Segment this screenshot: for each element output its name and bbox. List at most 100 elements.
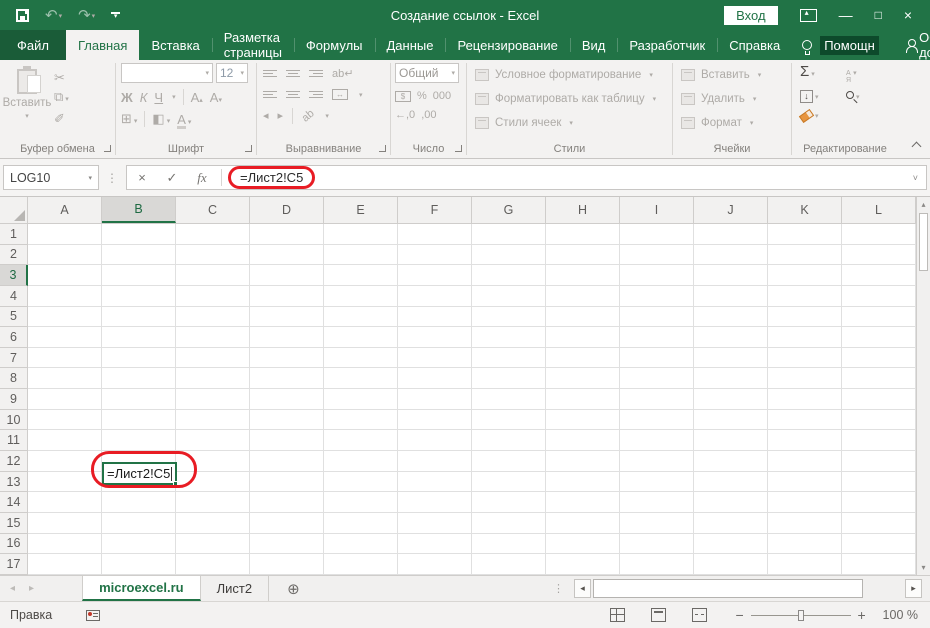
cell-I14[interactable]	[620, 492, 694, 512]
cell-B8[interactable]	[102, 368, 176, 388]
row-header-10[interactable]: 10	[0, 410, 28, 431]
sort-filter-button[interactable]: АЯ▾	[846, 63, 886, 84]
cell-C6[interactable]	[176, 327, 250, 347]
formula-field[interactable]: × ✓ fx =Лист2!C5 ˅	[126, 165, 927, 190]
cell-B1[interactable]	[102, 224, 176, 244]
scroll-left-icon[interactable]: ◂	[574, 579, 591, 598]
row-header-13[interactable]: 13	[0, 472, 28, 493]
cell-I2[interactable]	[620, 245, 694, 265]
cancel-entry-button[interactable]: ×	[127, 170, 157, 185]
decrease-decimal-button[interactable]: ,00	[421, 109, 436, 121]
cell-H5[interactable]	[546, 307, 620, 327]
tab-Вид[interactable]: Вид	[570, 30, 618, 60]
align-center-button[interactable]	[286, 91, 300, 98]
cell-E12[interactable]	[324, 451, 398, 471]
cell-F14[interactable]	[398, 492, 472, 512]
paste-dropdown-icon[interactable]: ▾	[25, 112, 29, 120]
cell-F16[interactable]	[398, 534, 472, 554]
cell-D5[interactable]	[250, 307, 324, 327]
fill-color-button[interactable]: ◧▾	[152, 111, 170, 127]
cell-E2[interactable]	[324, 245, 398, 265]
column-header-I[interactable]: I	[620, 197, 694, 223]
row-header-15[interactable]: 15	[0, 513, 28, 534]
column-header-H[interactable]: H	[546, 197, 620, 223]
zoom-out-button[interactable]: −	[733, 607, 747, 623]
cell-C2[interactable]	[176, 245, 250, 265]
new-sheet-button[interactable]: ⊕	[287, 576, 300, 601]
cell-F9[interactable]	[398, 389, 472, 409]
tab-Разметка страницы[interactable]: Разметка страницы	[212, 30, 294, 60]
cell-F17[interactable]	[398, 554, 472, 574]
cell-E13[interactable]	[324, 472, 398, 492]
cell-C8[interactable]	[176, 368, 250, 388]
cell-D1[interactable]	[250, 224, 324, 244]
cell-G8[interactable]	[472, 368, 546, 388]
cell-F10[interactable]	[398, 410, 472, 430]
cell-J12[interactable]	[694, 451, 768, 471]
cell-styles-button[interactable]: Стили ячеек ▾	[475, 111, 672, 135]
column-header-L[interactable]: L	[842, 197, 916, 223]
cell-G15[interactable]	[472, 513, 546, 533]
cell-I13[interactable]	[620, 472, 694, 492]
name-box[interactable]: LOG10 ▾	[3, 165, 99, 190]
insert-cells-button[interactable]: Вставить ▾	[681, 63, 791, 87]
cell-G12[interactable]	[472, 451, 546, 471]
insert-function-button[interactable]: fx	[187, 170, 217, 186]
font-size-combo[interactable]: 12▾	[216, 63, 248, 83]
cell-K13[interactable]	[768, 472, 842, 492]
page-layout-view-icon[interactable]	[651, 608, 666, 622]
delete-cells-button[interactable]: Удалить ▾	[681, 87, 791, 111]
cell-D8[interactable]	[250, 368, 324, 388]
cell-I12[interactable]	[620, 451, 694, 471]
cell-L14[interactable]	[842, 492, 916, 512]
cell-B7[interactable]	[102, 348, 176, 368]
cell-H17[interactable]	[546, 554, 620, 574]
cell-E4[interactable]	[324, 286, 398, 306]
grow-font-button[interactable]: А▴	[191, 90, 203, 105]
row-header-6[interactable]: 6	[0, 327, 28, 348]
cell-L1[interactable]	[842, 224, 916, 244]
cell-A10[interactable]	[28, 410, 102, 430]
cell-I4[interactable]	[620, 286, 694, 306]
format-as-table-button[interactable]: Форматировать как таблицу ▾	[475, 87, 672, 111]
clear-button[interactable]: ▾	[800, 106, 846, 121]
cell-K9[interactable]	[768, 389, 842, 409]
cell-K3[interactable]	[768, 265, 842, 285]
cell-J5[interactable]	[694, 307, 768, 327]
cell-A11[interactable]	[28, 430, 102, 450]
cell-H11[interactable]	[546, 430, 620, 450]
cell-J7[interactable]	[694, 348, 768, 368]
font-dialog-launcher-icon[interactable]	[245, 145, 252, 152]
cell-H1[interactable]	[546, 224, 620, 244]
increase-indent-button[interactable]: ▸	[278, 109, 284, 122]
merge-center-button[interactable]: ↔	[332, 89, 348, 100]
cell-A7[interactable]	[28, 348, 102, 368]
cell-K8[interactable]	[768, 368, 842, 388]
cell-A8[interactable]	[28, 368, 102, 388]
row-header-1[interactable]: 1	[0, 224, 28, 245]
cell-A5[interactable]	[28, 307, 102, 327]
cell-B6[interactable]	[102, 327, 176, 347]
cell-D16[interactable]	[250, 534, 324, 554]
cell-J1[interactable]	[694, 224, 768, 244]
bold-button[interactable]: Ж	[121, 90, 133, 105]
cell-G4[interactable]	[472, 286, 546, 306]
cell-C12[interactable]	[176, 451, 250, 471]
tab-file[interactable]: Файл	[0, 30, 66, 60]
cell-D15[interactable]	[250, 513, 324, 533]
vertical-scrollbar[interactable]: ▴ ▾	[916, 197, 930, 575]
borders-button[interactable]: ⊞▾	[121, 111, 137, 127]
cell-D2[interactable]	[250, 245, 324, 265]
cell-J15[interactable]	[694, 513, 768, 533]
tell-me-box[interactable]: Помощн	[802, 30, 879, 60]
select-all-corner[interactable]	[0, 197, 28, 223]
column-header-A[interactable]: A	[28, 197, 102, 223]
cell-K12[interactable]	[768, 451, 842, 471]
cell-G17[interactable]	[472, 554, 546, 574]
sign-in-button[interactable]: Вход	[724, 6, 777, 25]
zoom-in-button[interactable]: +	[855, 607, 869, 623]
minimize-button[interactable]: —	[839, 8, 853, 22]
zoom-slider-thumb[interactable]	[798, 610, 804, 621]
cell-C13[interactable]	[176, 472, 250, 492]
cell-E9[interactable]	[324, 389, 398, 409]
